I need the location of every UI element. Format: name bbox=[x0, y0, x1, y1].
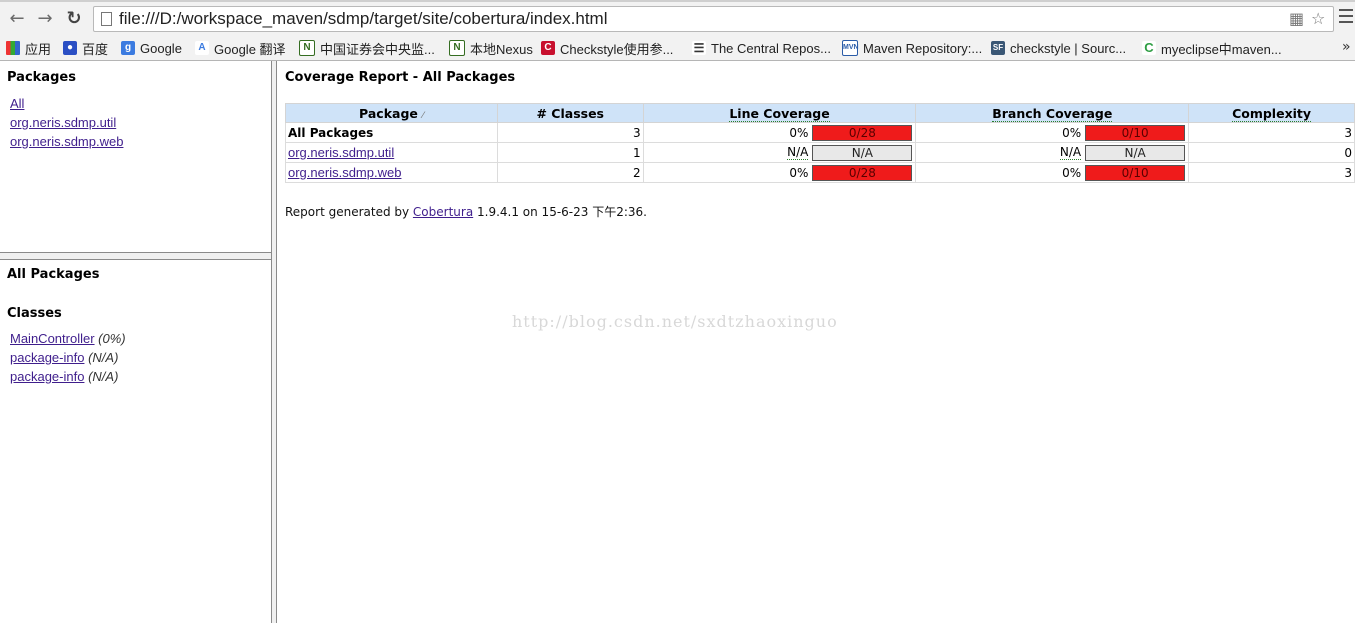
frame-resize-handle-horizontal[interactable] bbox=[0, 252, 271, 260]
address-bar[interactable]: file:///D:/workspace_maven/sdmp/target/s… bbox=[93, 6, 1334, 32]
complexity-cell: 3 bbox=[1188, 162, 1355, 183]
baidu-icon: ● bbox=[63, 41, 77, 55]
column-header-line-coverage[interactable]: Line Coverage bbox=[642, 103, 917, 123]
bookmark-item[interactable]: C Checkstyle使用参... bbox=[541, 39, 673, 57]
branch-coverage-cell: N/A N/A bbox=[915, 142, 1190, 163]
table-row: org.neris.sdmp.web 2 0% 0/28 0% 0/10 3 bbox=[285, 162, 1355, 183]
line-coverage-percent: 0% bbox=[789, 125, 809, 140]
package-link-util[interactable]: org.neris.sdmp.util bbox=[10, 115, 116, 130]
report-frame: Coverage Report - All Packages Package ⁄… bbox=[277, 61, 1355, 623]
classes-cell: 2 bbox=[496, 162, 644, 183]
line-coverage-bar: 0/28 bbox=[812, 124, 913, 141]
class-list-item: package-info (N/A) bbox=[10, 369, 118, 384]
translate-icon[interactable]: ▦ bbox=[1289, 9, 1304, 28]
line-coverage-cell: 0% 0/28 bbox=[642, 162, 917, 183]
table-header-row: Package ⁄ # Classes Line Coverage Branch… bbox=[285, 103, 1355, 123]
branch-coverage-cell: 0% 0/10 bbox=[915, 122, 1190, 143]
class-link[interactable]: package-info bbox=[10, 369, 84, 384]
branch-coverage-percent: N/A bbox=[1059, 145, 1082, 160]
complexity-cell: 3 bbox=[1188, 122, 1355, 143]
package-link-all[interactable]: All bbox=[10, 96, 24, 111]
chrome-c-icon: C bbox=[1142, 41, 1156, 55]
class-link[interactable]: MainController bbox=[10, 331, 95, 346]
column-header-package[interactable]: Package ⁄ bbox=[285, 103, 498, 123]
report-footer: Report generated by Cobertura 1.9.4.1 on… bbox=[285, 205, 647, 219]
nexus-icon: N bbox=[449, 40, 465, 56]
table-row: org.neris.sdmp.util 1 N/A N/A N/A N/A 0 bbox=[285, 142, 1355, 163]
line-coverage-bar: N/A bbox=[812, 144, 913, 161]
bookmark-item[interactable]: N 中国证券会中央监... bbox=[299, 39, 435, 57]
google-icon: g bbox=[121, 41, 135, 55]
packages-frame: Packages All org.neris.sdmp.util org.ner… bbox=[0, 61, 271, 252]
menu-icon[interactable] bbox=[1339, 9, 1353, 27]
browser-toolbar: ← → ↻ file:///D:/workspace_maven/sdmp/ta… bbox=[0, 0, 1355, 36]
class-coverage: (0%) bbox=[98, 331, 126, 346]
maven-icon: MVN bbox=[842, 40, 859, 56]
class-link[interactable]: package-info bbox=[10, 350, 84, 365]
bookmark-item[interactable]: N 本地Nexus bbox=[449, 39, 533, 57]
class-list-item: package-info (N/A) bbox=[10, 350, 118, 365]
column-header-classes[interactable]: # Classes bbox=[496, 103, 644, 123]
column-header-complexity[interactable]: Complexity bbox=[1188, 103, 1355, 123]
bookmark-item[interactable]: C myeclipse中maven... bbox=[1142, 39, 1282, 57]
column-header-branch-coverage[interactable]: Branch Coverage bbox=[915, 103, 1190, 123]
branch-coverage-percent: 0% bbox=[1062, 165, 1082, 180]
bookmark-item[interactable]: ● 百度 bbox=[63, 39, 108, 57]
bookmark-item[interactable]: g Google bbox=[121, 39, 182, 57]
branch-coverage-bar: N/A bbox=[1085, 144, 1186, 161]
class-coverage: (N/A) bbox=[88, 350, 119, 365]
branch-coverage-bar: 0/10 bbox=[1085, 164, 1186, 181]
classes-cell: 1 bbox=[496, 142, 644, 163]
package-cell: All Packages bbox=[285, 122, 498, 143]
bookmark-item[interactable]: MVN Maven Repository:... bbox=[842, 39, 982, 57]
page-icon bbox=[101, 12, 112, 26]
package-cell: org.neris.sdmp.util bbox=[285, 142, 498, 163]
bookmark-item[interactable]: SF checkstyle | Sourc... bbox=[991, 39, 1126, 57]
watermark-text: http://blog.csdn.net/sxdtzhaoxinguo bbox=[512, 312, 838, 331]
star-icon[interactable]: ☆ bbox=[1311, 9, 1325, 28]
branch-coverage-cell: 0% 0/10 bbox=[915, 162, 1190, 183]
package-cell: org.neris.sdmp.web bbox=[285, 162, 498, 183]
classes-frame: All Packages Classes MainController (0%)… bbox=[0, 260, 271, 623]
apps-grid-icon bbox=[6, 41, 20, 55]
bookmark-item[interactable]: A Google 翻译 bbox=[195, 39, 286, 57]
sourceforge-icon: SF bbox=[991, 41, 1005, 55]
forward-arrow-icon[interactable]: → bbox=[34, 8, 56, 30]
cobertura-link[interactable]: Cobertura bbox=[413, 205, 473, 219]
report-title: Coverage Report - All Packages bbox=[285, 70, 516, 85]
complexity-cell: 0 bbox=[1188, 142, 1355, 163]
bookmark-item[interactable]: 应用 bbox=[6, 39, 51, 57]
document-icon: ☰ bbox=[692, 41, 706, 55]
nexus-icon: N bbox=[299, 40, 315, 56]
package-row-link-web[interactable]: org.neris.sdmp.web bbox=[288, 165, 401, 180]
class-coverage: (N/A) bbox=[88, 369, 119, 384]
branch-coverage-percent: 0% bbox=[1062, 125, 1082, 140]
url-text[interactable]: file:///D:/workspace_maven/sdmp/target/s… bbox=[119, 9, 608, 29]
more-bookmarks-chevron-icon[interactable]: » bbox=[1342, 39, 1351, 55]
checkstyle-icon: C bbox=[541, 41, 555, 55]
line-coverage-percent: 0% bbox=[789, 165, 809, 180]
classes-frame-title: All Packages bbox=[7, 267, 100, 282]
package-link-web[interactable]: org.neris.sdmp.web bbox=[10, 134, 123, 149]
line-coverage-cell: 0% 0/28 bbox=[642, 122, 917, 143]
packages-title: Packages bbox=[7, 70, 76, 85]
line-coverage-cell: N/A N/A bbox=[642, 142, 917, 163]
bookmark-item[interactable]: ☰ The Central Repos... bbox=[692, 39, 831, 57]
table-row: All Packages 3 0% 0/28 0% 0/10 3 bbox=[285, 122, 1355, 143]
google-translate-icon: A bbox=[195, 41, 209, 55]
branch-coverage-bar: 0/10 bbox=[1085, 124, 1186, 141]
sort-indicator-icon: ⁄ bbox=[422, 110, 424, 121]
classes-subtitle: Classes bbox=[7, 306, 62, 321]
class-list-item: MainController (0%) bbox=[10, 331, 126, 346]
classes-cell: 3 bbox=[496, 122, 644, 143]
coverage-table: Package ⁄ # Classes Line Coverage Branch… bbox=[285, 103, 1355, 183]
line-coverage-bar: 0/28 bbox=[812, 164, 913, 181]
bookmarks-bar: 应用 ● 百度 g Google A Google 翻译 N 中国证券会中央监.… bbox=[0, 36, 1355, 61]
line-coverage-percent: N/A bbox=[787, 145, 809, 160]
package-row-link-util[interactable]: org.neris.sdmp.util bbox=[288, 145, 394, 160]
back-arrow-icon[interactable]: ← bbox=[6, 8, 28, 30]
reload-icon[interactable]: ↻ bbox=[63, 8, 85, 30]
